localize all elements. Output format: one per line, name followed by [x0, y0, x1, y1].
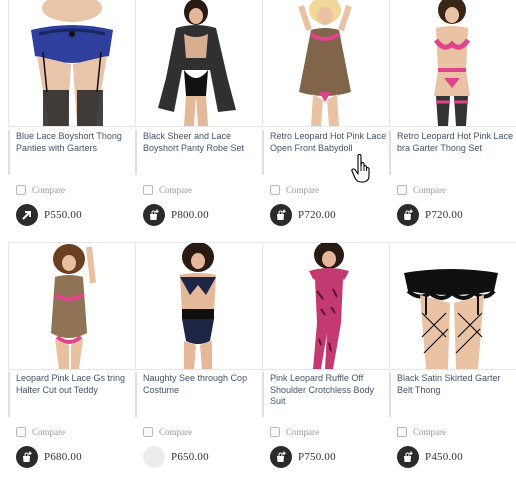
- compare-option[interactable]: Compare: [270, 184, 319, 196]
- compare-label: Compare: [32, 185, 65, 195]
- compare-label: Compare: [413, 185, 446, 195]
- compare-option[interactable]: Compare: [16, 426, 65, 438]
- product-price: P450.00: [425, 451, 463, 463]
- product-title[interactable]: Blue Lace Boyshort Thong Panties with Ga…: [8, 130, 137, 175]
- product-price: P800.00: [171, 209, 209, 221]
- compare-checkbox[interactable]: [397, 185, 407, 195]
- compare-checkbox[interactable]: [270, 427, 280, 437]
- compare-label: Compare: [32, 427, 65, 437]
- loading-placeholder-icon[interactable]: [143, 446, 165, 468]
- product-image[interactable]: [8, 242, 137, 370]
- compare-checkbox[interactable]: [16, 427, 26, 437]
- add-to-cart-icon[interactable]: [143, 204, 165, 226]
- product-title[interactable]: Naughty See through Cop Costume: [135, 372, 264, 417]
- compare-label: Compare: [413, 427, 446, 437]
- product-price: P750.00: [298, 451, 336, 463]
- compare-option[interactable]: Compare: [270, 426, 319, 438]
- add-to-cart-icon[interactable]: [397, 446, 419, 468]
- arrow-up-right-icon[interactable]: [16, 204, 38, 226]
- compare-option[interactable]: Compare: [397, 184, 446, 196]
- product-image[interactable]: [8, 0, 137, 127]
- compare-option[interactable]: Compare: [16, 184, 65, 196]
- compare-checkbox[interactable]: [397, 427, 407, 437]
- product-price: P550.00: [44, 209, 82, 221]
- add-to-cart-icon[interactable]: [16, 446, 38, 468]
- product-title[interactable]: Retro Leopard Hot Pink Lace bra Garter T…: [389, 130, 516, 175]
- product-price: P720.00: [425, 209, 463, 221]
- compare-label: Compare: [286, 427, 319, 437]
- compare-checkbox[interactable]: [16, 185, 26, 195]
- add-to-cart-icon[interactable]: [397, 204, 419, 226]
- add-to-cart-icon[interactable]: [270, 446, 292, 468]
- product-image[interactable]: [262, 242, 391, 370]
- product-title[interactable]: Black Sheer and Lace Boyshort Panty Robe…: [135, 130, 264, 175]
- compare-label: Compare: [159, 427, 192, 437]
- product-title[interactable]: Black Satin Skirted Garter Belt Thong: [389, 372, 516, 417]
- product-image[interactable]: [135, 242, 264, 370]
- product-image[interactable]: [135, 0, 264, 127]
- product-image[interactable]: [389, 0, 516, 127]
- compare-option[interactable]: Compare: [143, 184, 192, 196]
- compare-checkbox[interactable]: [143, 427, 153, 437]
- compare-option[interactable]: Compare: [143, 426, 192, 438]
- compare-label: Compare: [159, 185, 192, 195]
- product-image[interactable]: [389, 242, 516, 370]
- compare-checkbox[interactable]: [270, 185, 280, 195]
- hand-pointer-icon: [351, 153, 373, 184]
- product-price: P650.00: [171, 451, 209, 463]
- compare-checkbox[interactable]: [143, 185, 153, 195]
- compare-label: Compare: [286, 185, 319, 195]
- product-title[interactable]: Leopard Pink Lace Gs tring Halter Cut ou…: [8, 372, 137, 417]
- product-price: P680.00: [44, 451, 82, 463]
- product-image[interactable]: [262, 0, 391, 127]
- add-to-cart-icon[interactable]: [270, 204, 292, 226]
- product-price: P720.00: [298, 209, 336, 221]
- product-title[interactable]: Pink Leopard Ruffle Off Shoulder Crotchl…: [262, 372, 391, 417]
- compare-option[interactable]: Compare: [397, 426, 446, 438]
